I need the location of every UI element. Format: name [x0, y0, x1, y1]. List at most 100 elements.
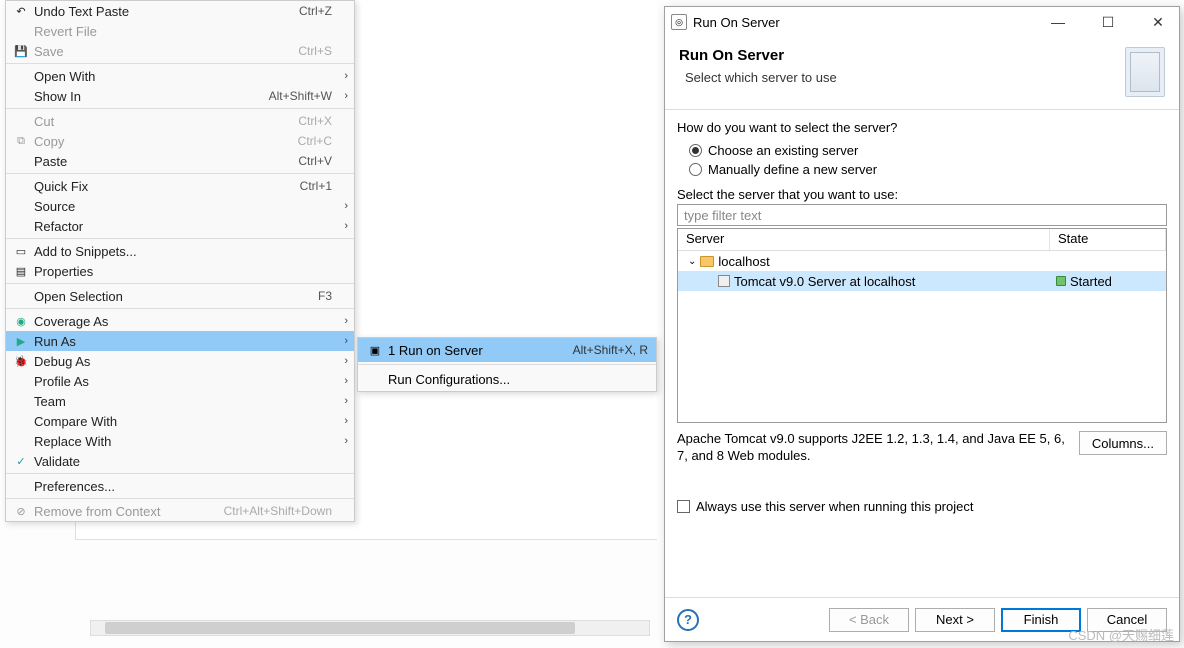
minimize-button[interactable]: — — [1043, 10, 1073, 34]
menu-item[interactable]: Open With› — [6, 66, 354, 86]
col-server[interactable]: Server — [678, 229, 1050, 250]
submenu-label: Run Configurations... — [384, 372, 648, 387]
menu-label: Replace With — [30, 434, 336, 449]
columns-button[interactable]: Columns... — [1079, 431, 1167, 455]
menu-label: Save — [30, 44, 298, 59]
submenu-arrow-icon: › — [336, 435, 348, 447]
checkbox-label: Always use this server when running this… — [696, 499, 973, 514]
submenu-arrow-icon: › — [336, 415, 348, 427]
menu-label: Remove from Context — [30, 504, 224, 519]
submenu-arrow-icon: › — [336, 375, 348, 387]
✓-icon: ✓ — [12, 453, 30, 469]
menu-label: Undo Text Paste — [30, 4, 299, 19]
menu-item[interactable]: Team› — [6, 391, 354, 411]
⊘-icon: ⊘ — [12, 503, 30, 519]
menu-label: Show In — [30, 89, 269, 104]
menu-accel: Ctrl+Alt+Shift+Down — [224, 504, 336, 518]
always-use-checkbox[interactable]: Always use this server when running this… — [677, 499, 1167, 514]
menu-item[interactable]: Open SelectionF3 — [6, 286, 354, 306]
tree-server-row[interactable]: Tomcat v9.0 Server at localhost Started — [678, 271, 1166, 291]
menu-label: Preferences... — [30, 479, 336, 494]
menu-item[interactable]: Show InAlt+Shift+W› — [6, 86, 354, 106]
menu-item[interactable]: ✓Validate — [6, 451, 354, 471]
menu-accel: Ctrl+S — [298, 44, 336, 58]
radio-existing-server[interactable]: Choose an existing server — [677, 141, 1167, 160]
◉-icon: ◉ — [12, 313, 30, 329]
header-title: Run On Server — [679, 47, 1117, 64]
server-label: Tomcat v9.0 Server at localhost — [734, 274, 915, 289]
horizontal-scrollbar[interactable] — [90, 620, 650, 636]
menu-item[interactable]: ▭Add to Snippets... — [6, 241, 354, 261]
blank-icon — [12, 68, 30, 84]
blank-icon — [12, 88, 30, 104]
blank-icon — [12, 178, 30, 194]
expand-icon[interactable]: ⌄ — [684, 256, 700, 267]
blank-icon — [12, 153, 30, 169]
back-button[interactable]: < Back — [829, 608, 909, 632]
host-label: localhost — [718, 254, 769, 269]
menu-accel: Ctrl+X — [298, 114, 336, 128]
menu-label: Cut — [30, 114, 298, 129]
menu-label: Paste — [30, 154, 298, 169]
submenu-item[interactable]: Run Configurations... — [358, 367, 656, 391]
menu-item[interactable]: Quick FixCtrl+1 — [6, 176, 354, 196]
menu-label: Compare With — [30, 414, 336, 429]
server-tree[interactable]: Server State ⌄ localhost — [677, 228, 1167, 423]
⧉-icon: ⧉ — [12, 133, 30, 149]
menu-accel: Ctrl+C — [298, 134, 336, 148]
menu-item[interactable]: Compare With› — [6, 411, 354, 431]
radio-label: Manually define a new server — [708, 162, 877, 177]
submenu-arrow-icon: › — [336, 70, 348, 82]
submenu-arrow-icon: › — [336, 395, 348, 407]
menu-accel: Ctrl+V — [298, 154, 336, 168]
blank-icon — [12, 23, 30, 39]
blank-icon — [12, 113, 30, 129]
menu-accel: F3 — [318, 289, 336, 303]
submenu-arrow-icon: › — [336, 315, 348, 327]
blank-icon — [12, 198, 30, 214]
run-as-submenu: ▣1 Run on ServerAlt+Shift+X, R Run Config… — [357, 337, 657, 392]
menu-item[interactable]: Profile As› — [6, 371, 354, 391]
col-state[interactable]: State — [1050, 229, 1166, 250]
radio-icon — [689, 163, 702, 176]
menu-item[interactable]: Preferences... — [6, 476, 354, 496]
filter-input[interactable]: type filter text — [677, 204, 1167, 226]
menu-item: Revert File — [6, 21, 354, 41]
next-button[interactable]: Next > — [915, 608, 995, 632]
menu-item[interactable]: 🐞Debug As› — [6, 351, 354, 371]
header-subtitle: Select which server to use — [679, 70, 1117, 85]
server-image-icon — [1125, 47, 1165, 97]
menu-item[interactable]: PasteCtrl+V — [6, 151, 354, 171]
radio-label: Choose an existing server — [708, 143, 858, 158]
state-label: Started — [1070, 274, 1112, 289]
blank-icon — [12, 433, 30, 449]
help-button[interactable]: ? — [677, 609, 699, 631]
radio-manual-server[interactable]: Manually define a new server — [677, 160, 1167, 179]
tree-host-row[interactable]: ⌄ localhost — [678, 251, 1166, 271]
folder-icon — [700, 256, 714, 267]
submenu-arrow-icon: › — [336, 200, 348, 212]
menu-label: Add to Snippets... — [30, 244, 336, 259]
blank-icon — [12, 373, 30, 389]
dialog-titlebar[interactable]: ◎ Run On Server — ☐ ✕ — [665, 7, 1179, 37]
started-icon — [1056, 276, 1066, 286]
menu-item[interactable]: ▤Properties — [6, 261, 354, 281]
maximize-button[interactable]: ☐ — [1093, 10, 1123, 34]
close-button[interactable]: ✕ — [1143, 10, 1173, 34]
submenu-item[interactable]: ▣1 Run on ServerAlt+Shift+X, R — [358, 338, 656, 362]
💾-icon: 💾 — [12, 43, 30, 59]
filter-placeholder: type filter text — [684, 208, 761, 223]
context-menu: ↶Undo Text PasteCtrl+ZRevert File💾SaveCt… — [5, 0, 355, 522]
menu-item[interactable]: ↶Undo Text PasteCtrl+Z — [6, 1, 354, 21]
menu-item: ⧉CopyCtrl+C — [6, 131, 354, 151]
menu-item[interactable]: Source› — [6, 196, 354, 216]
menu-item[interactable]: Refactor› — [6, 216, 354, 236]
▤-icon: ▤ — [12, 263, 30, 279]
menu-label: Profile As — [30, 374, 336, 389]
menu-item[interactable]: ▶Run As› — [6, 331, 354, 351]
menu-item[interactable]: Replace With› — [6, 431, 354, 451]
checkbox-icon — [677, 500, 690, 513]
menu-label: Open Selection — [30, 289, 318, 304]
menu-item[interactable]: ◉Coverage As› — [6, 311, 354, 331]
server-description: Apache Tomcat v9.0 supports J2EE 1.2, 1.… — [677, 431, 1071, 465]
